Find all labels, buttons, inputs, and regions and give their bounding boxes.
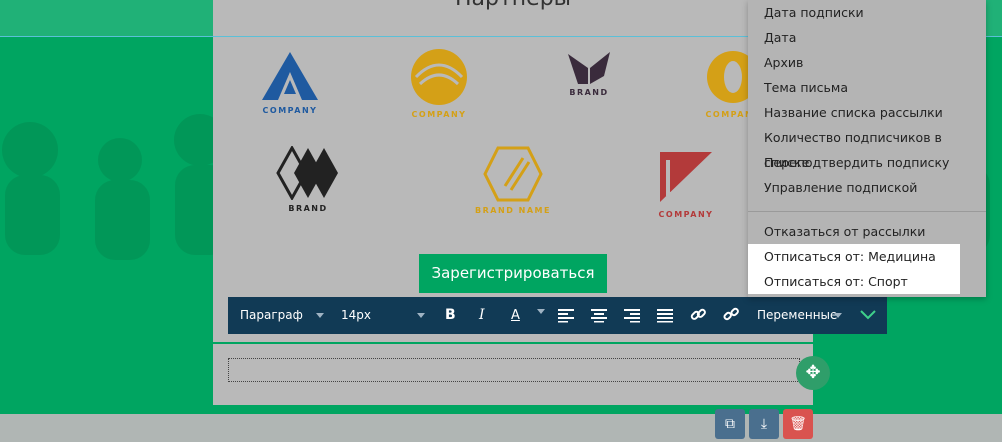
menu-item-email-subject[interactable]: Тема письма — [748, 75, 986, 100]
collapse-chevron-down-icon[interactable] — [859, 309, 877, 346]
unlink-icon[interactable] — [723, 307, 739, 344]
shell-logo-icon — [411, 49, 467, 105]
align-center-icon[interactable] — [591, 309, 607, 346]
text-color-chevron-down-icon[interactable] — [537, 309, 545, 314]
partner-logo-1-caption: COMPANY — [262, 106, 318, 115]
menu-item-archive[interactable]: Архив — [748, 50, 986, 75]
text-color-button[interactable]: A — [511, 297, 520, 334]
variables-dropdown[interactable]: Переменные — [757, 297, 837, 334]
bottom-gray-band — [0, 414, 1002, 442]
editable-text-area[interactable] — [228, 358, 800, 382]
menu-item-unsubscribe-sport[interactable]: Отписаться от: Спорт — [748, 269, 960, 294]
email-content-block[interactable]: Партнеры COMPANY COMPANY BRAND COMPANY — [213, 0, 813, 405]
save-block-icon[interactable]: ⤓ — [749, 409, 779, 439]
menu-item-unsubscribe[interactable]: Отказаться от рассылки — [748, 219, 986, 244]
mountain-logo-icon — [262, 52, 318, 100]
selected-block-border — [213, 342, 813, 344]
menu-item-subscription-date[interactable]: Дата подписки — [748, 0, 986, 25]
partner-logo-1: COMPANY — [255, 50, 325, 115]
hexagon-logo-icon — [483, 146, 543, 202]
paragraph-chevron-down-icon[interactable] — [316, 313, 324, 318]
partner-logo-2: COMPANY — [403, 48, 475, 119]
menu-item-manage-subscription[interactable]: Управление подпиской — [748, 175, 986, 200]
align-justify-icon[interactable] — [657, 309, 673, 346]
align-left-icon[interactable] — [558, 309, 574, 346]
title-underline — [213, 36, 813, 37]
font-size-chevron-down-icon[interactable] — [417, 313, 425, 318]
menu-item-unsubscribe-medicine[interactable]: Отписаться от: Медицина — [748, 244, 960, 269]
partner-logo-5-caption: BRAND — [288, 204, 328, 213]
menu-item-date[interactable]: Дата — [748, 25, 986, 50]
variables-chevron-down-icon[interactable] — [834, 313, 842, 318]
partner-logo-5: BRAND — [273, 144, 343, 213]
paragraph-select[interactable]: Параграф — [240, 297, 303, 334]
italic-button[interactable]: I — [479, 297, 485, 334]
bold-button[interactable]: B — [445, 297, 456, 334]
partner-logo-3: BRAND — [553, 50, 625, 97]
link-icon[interactable] — [690, 307, 706, 344]
menu-item-reconfirm[interactable]: Переподтвердить подписку — [748, 150, 986, 175]
copy-block-icon[interactable]: ⧉ — [715, 409, 745, 439]
partner-logo-7-caption: COMPANY — [658, 210, 714, 219]
font-size-select[interactable]: 14px — [341, 297, 371, 334]
align-right-icon[interactable] — [624, 309, 640, 346]
square-logo-icon — [660, 152, 712, 202]
variables-menu: Дата подписки Дата Архив Тема письма Наз… — [748, 0, 986, 297]
partner-logo-2-caption: COMPANY — [411, 110, 467, 119]
delete-trash-icon[interactable]: 🗑 — [783, 409, 813, 439]
partner-logo-3-caption: BRAND — [569, 88, 609, 97]
partners-title: Партнеры — [213, 0, 813, 11]
partner-logo-7: COMPANY — [653, 148, 719, 219]
register-button[interactable]: Зарегистрироваться — [419, 254, 607, 293]
partner-logo-6: BRAND NAME — [475, 146, 551, 215]
diamond-logo-icon — [276, 144, 338, 202]
leaf-logo-icon — [568, 52, 610, 84]
text-formatting-toolbar: Параграф 14px B I A Переменные — [228, 297, 887, 334]
move-handle-icon[interactable]: ✥ — [796, 356, 830, 390]
menu-item-subscriber-count[interactable]: Количество подписчиков в списке — [748, 125, 986, 170]
menu-divider — [748, 211, 986, 212]
menu-item-list-name[interactable]: Название списка рассылки — [748, 100, 986, 125]
partner-logo-6-caption: BRAND NAME — [475, 206, 551, 215]
